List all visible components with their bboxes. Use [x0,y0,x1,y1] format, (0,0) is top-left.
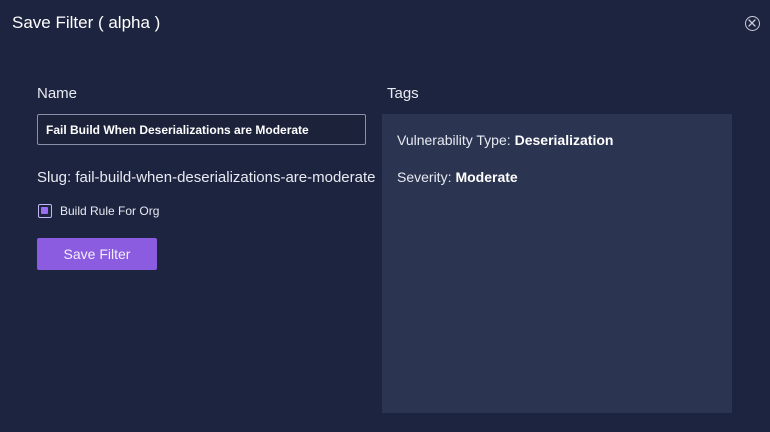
build-rule-label: Build Rule For Org [60,204,160,218]
tag-key: Vulnerability Type: [397,132,511,148]
save-filter-modal: Save Filter ( alpha ) Name Slug: fail-bu… [0,0,770,432]
tag-value: Deserialization [514,132,614,148]
tags-label: Tags [387,85,419,102]
modal-title: Save Filter ( alpha ) [12,13,161,32]
save-filter-button[interactable]: Save Filter [37,238,157,270]
tag-severity: Severity: Moderate [397,169,518,185]
build-rule-checkbox-row[interactable]: Build Rule For Org [38,204,159,218]
slug-text: Slug: fail-build-when-deserializations-a… [37,169,376,186]
checkbox-checked-indicator [41,207,48,214]
name-input[interactable] [37,114,366,145]
tag-vulnerability-type: Vulnerability Type: Deserialization [397,132,613,148]
tag-value: Moderate [455,169,518,185]
close-icon[interactable] [745,16,760,31]
name-label: Name [37,85,78,102]
tags-panel: Vulnerability Type: Deserialization Sever… [382,114,732,413]
tag-key: Severity: [397,169,452,185]
build-rule-checkbox[interactable] [38,204,52,218]
